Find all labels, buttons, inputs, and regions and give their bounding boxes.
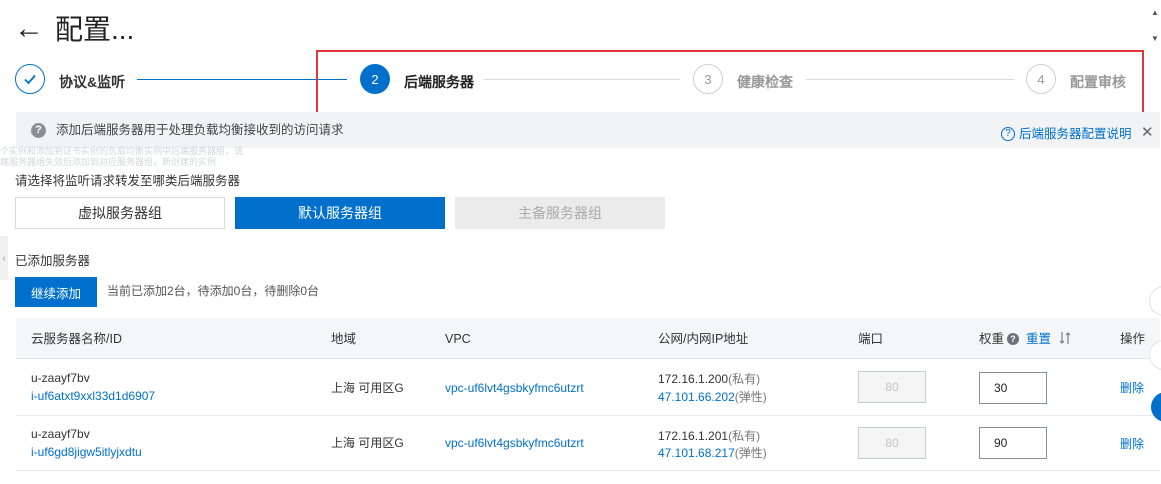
server-id-link[interactable]: i-uf6gd8jigw5itlyjxdtu: [31, 443, 142, 461]
port-input[interactable]: 80: [858, 371, 926, 403]
help-link[interactable]: 后端服务器配置说明: [1019, 125, 1132, 143]
private-ip: 172.16.1.201(私有): [658, 429, 761, 443]
floating-button-1[interactable]: [1149, 286, 1161, 316]
info-text: 添加后端服务器用于处理负载均衡接收到的访问请求: [56, 123, 344, 137]
server-name: u-zaayf7bv: [31, 371, 90, 385]
back-arrow-icon[interactable]: ←: [14, 14, 44, 44]
server-name: u-zaayf7bv: [31, 427, 90, 441]
server-id-link[interactable]: i-uf6atxt9xxl33d1d6907: [31, 387, 155, 405]
help-circle-icon[interactable]: ?: [1001, 127, 1015, 141]
column-region: 地域: [331, 332, 357, 346]
virtual-server-group-button[interactable]: 虚拟服务器组: [15, 197, 225, 229]
close-icon[interactable]: ✕: [1141, 124, 1154, 142]
private-ip: 172.16.1.200(私有): [658, 372, 761, 386]
weight-help-icon[interactable]: ?: [1007, 333, 1019, 345]
weight-input[interactable]: 30: [979, 372, 1047, 404]
added-servers-label: 已添加服务器: [15, 254, 91, 268]
backup-server-group-button[interactable]: 主备服务器组: [455, 197, 665, 229]
scroll-down-icon[interactable]: ▼: [1151, 34, 1159, 43]
column-ip: 公网/内网IP地址: [658, 332, 749, 346]
weight-reset-link[interactable]: 重置: [1026, 330, 1051, 348]
server-count-text: 当前已添加2台，待添加0台，待删除0台: [107, 284, 320, 298]
step-1-check-icon: [15, 64, 45, 94]
weight-input[interactable]: 90: [979, 427, 1047, 459]
column-vpc: VPC: [445, 332, 471, 346]
server-region: 上海 可用区G: [331, 436, 404, 450]
row-divider: [16, 415, 1160, 416]
port-input[interactable]: 80: [858, 427, 926, 459]
vpc-link[interactable]: vpc-uf6lvt4gsbkyfmc6utzrt: [445, 379, 584, 397]
row-divider: [16, 470, 1160, 471]
server-region: 上海 可用区G: [331, 381, 404, 395]
default-server-group-button[interactable]: 默认服务器组: [235, 197, 445, 229]
overlay-ghost-text: 个实例和添加到证书实例的负载均衡实例中后端服务器组，请 端服务器组失效后添加到对…: [0, 146, 244, 167]
vpc-link[interactable]: vpc-uf6lvt4gsbkyfmc6utzrt: [445, 434, 584, 452]
sort-icon[interactable]: [1059, 331, 1071, 350]
page-title: 配置...: [55, 14, 135, 45]
column-weight: 权重: [979, 332, 1005, 346]
collapse-handle-icon[interactable]: ‹: [0, 236, 8, 280]
server-type-prompt: 请选择将监听请求转发至哪类后端服务器: [15, 174, 241, 188]
column-name: 云服务器名称/ID: [31, 332, 122, 346]
column-port: 端口: [858, 332, 884, 346]
scroll-up-icon[interactable]: ▲: [1151, 8, 1159, 17]
public-ip: 47.101.66.202(弹性): [658, 390, 767, 404]
delete-link[interactable]: 删除: [1120, 379, 1144, 397]
column-action: 操作: [1120, 332, 1146, 346]
public-ip: 47.101.68.217(弹性): [658, 446, 767, 460]
step-1-label: 协议&监听: [59, 74, 126, 90]
continue-add-button[interactable]: 继续添加: [15, 277, 97, 307]
floating-button-3[interactable]: [1151, 392, 1161, 422]
question-icon: ?: [31, 123, 46, 138]
delete-link[interactable]: 删除: [1120, 435, 1144, 453]
